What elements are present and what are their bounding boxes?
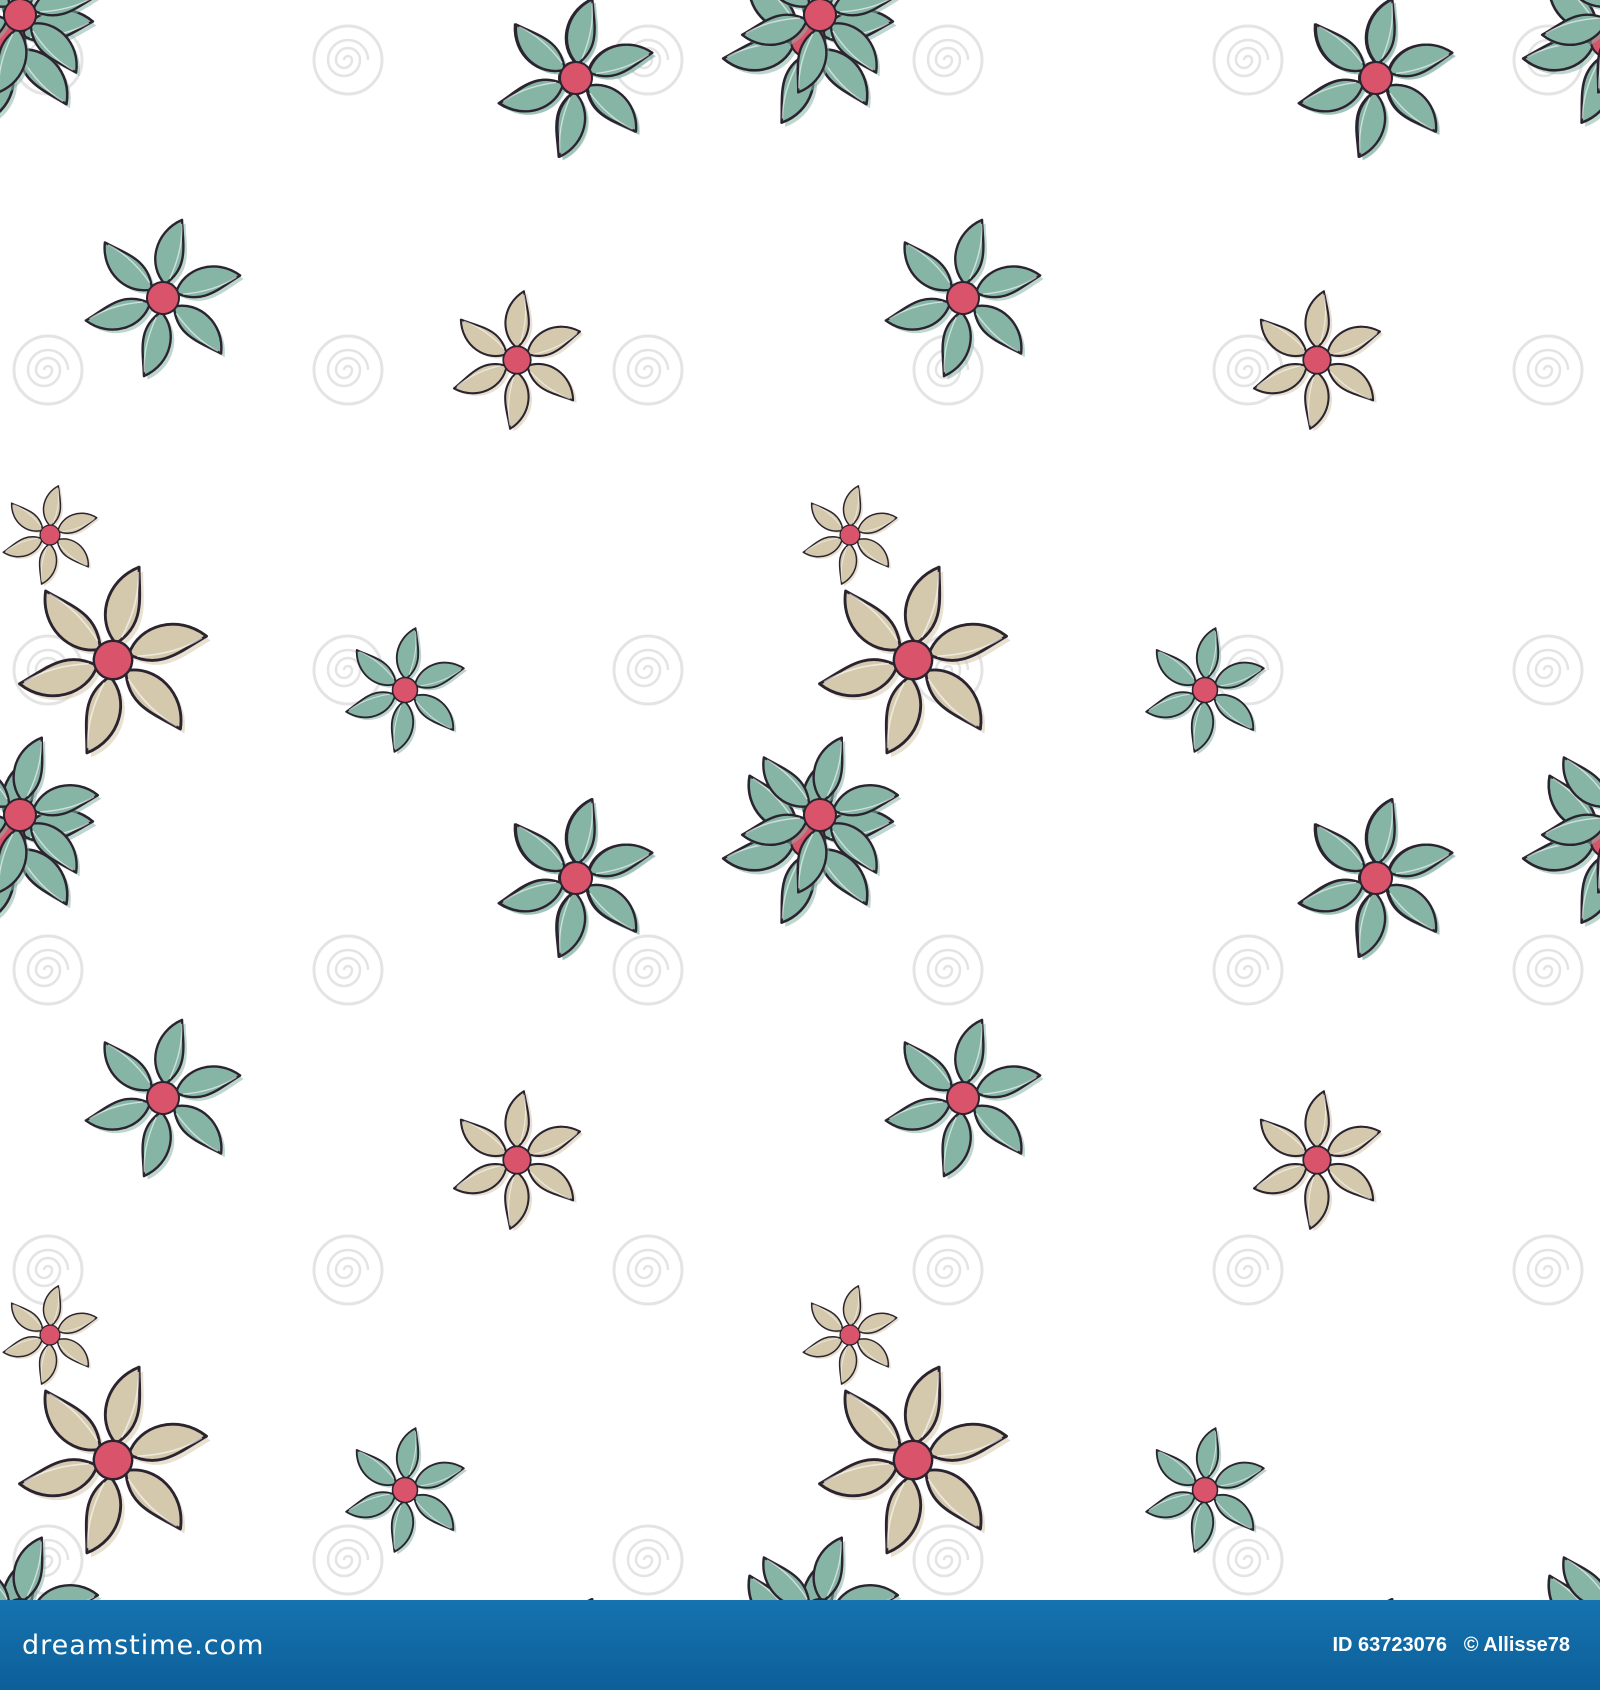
teal-flower (1145, 1427, 1267, 1555)
credit-separator (1453, 1634, 1459, 1656)
teal-flower (1298, 0, 1457, 161)
beige-flower (2, 1285, 100, 1387)
watermark-spiral-icon (612, 1524, 684, 1596)
watermark-spiral-icon (312, 334, 384, 406)
teal-flower (1145, 627, 1267, 755)
beige-flower (802, 485, 900, 587)
beige-flower (452, 290, 584, 432)
image-canvas: dreamstime.com ID 63723076 © Allisse78 (0, 0, 1600, 1690)
beige-flower (1252, 1090, 1384, 1232)
watermark-layer (12, 24, 1584, 1596)
dreamstime-logo[interactable]: dreamstime.com (22, 1630, 264, 1661)
teal-flower (498, 798, 657, 961)
teal-flower (1298, 798, 1457, 961)
watermark-spiral-icon (1212, 934, 1284, 1006)
image-credit: ID 63723076 © Allisse78 (1332, 1634, 1570, 1657)
watermark-spiral-icon (12, 334, 84, 406)
beige-flower (452, 1090, 584, 1232)
beige-flower (1252, 290, 1384, 432)
teal-flower (1364, 1598, 1395, 1600)
teal-flower (84, 1018, 244, 1180)
watermark-spiral-icon (1512, 934, 1584, 1006)
teal-flower (884, 218, 1044, 380)
flower-layer (0, 0, 1600, 1600)
author-copyright: © Allisse78 (1463, 1633, 1570, 1656)
watermark-spiral-icon (312, 1234, 384, 1306)
watermark-spiral-icon (1212, 1524, 1284, 1596)
floral-pattern (0, 0, 1600, 1600)
watermark-spiral-icon (912, 1234, 984, 1306)
teal-flower (345, 1427, 467, 1555)
watermark-spiral-icon (912, 24, 984, 96)
watermark-spiral-icon (312, 1524, 384, 1596)
floral-pattern-svg (0, 0, 1600, 1600)
watermark-spiral-icon (612, 934, 684, 1006)
watermark-spiral-icon (1512, 1234, 1584, 1306)
watermark-spiral-icon (612, 634, 684, 706)
watermark-spiral-icon (1212, 24, 1284, 96)
watermark-spiral-icon (1512, 634, 1584, 706)
footer-bar: dreamstime.com ID 63723076 © Allisse78 (0, 1600, 1600, 1690)
watermark-spiral-icon (12, 934, 84, 1006)
image-id: ID 63723076 (1332, 1633, 1448, 1656)
watermark-spiral-icon (312, 934, 384, 1006)
watermark-spiral-icon (1512, 334, 1584, 406)
watermark-spiral-icon (912, 934, 984, 1006)
watermark-spiral-icon (312, 24, 384, 96)
teal-flower (1365, 1598, 1396, 1600)
watermark-spiral-icon (1212, 1234, 1284, 1306)
watermark-spiral-icon (612, 1234, 684, 1306)
beige-flower (2, 485, 100, 587)
beige-flower (802, 1285, 900, 1387)
teal-flower (345, 627, 467, 755)
teal-flower (84, 218, 244, 380)
watermark-spiral-icon (912, 1524, 984, 1596)
teal-flower (884, 1018, 1044, 1180)
watermark-spiral-icon (612, 334, 684, 406)
teal-flower (498, 0, 657, 161)
